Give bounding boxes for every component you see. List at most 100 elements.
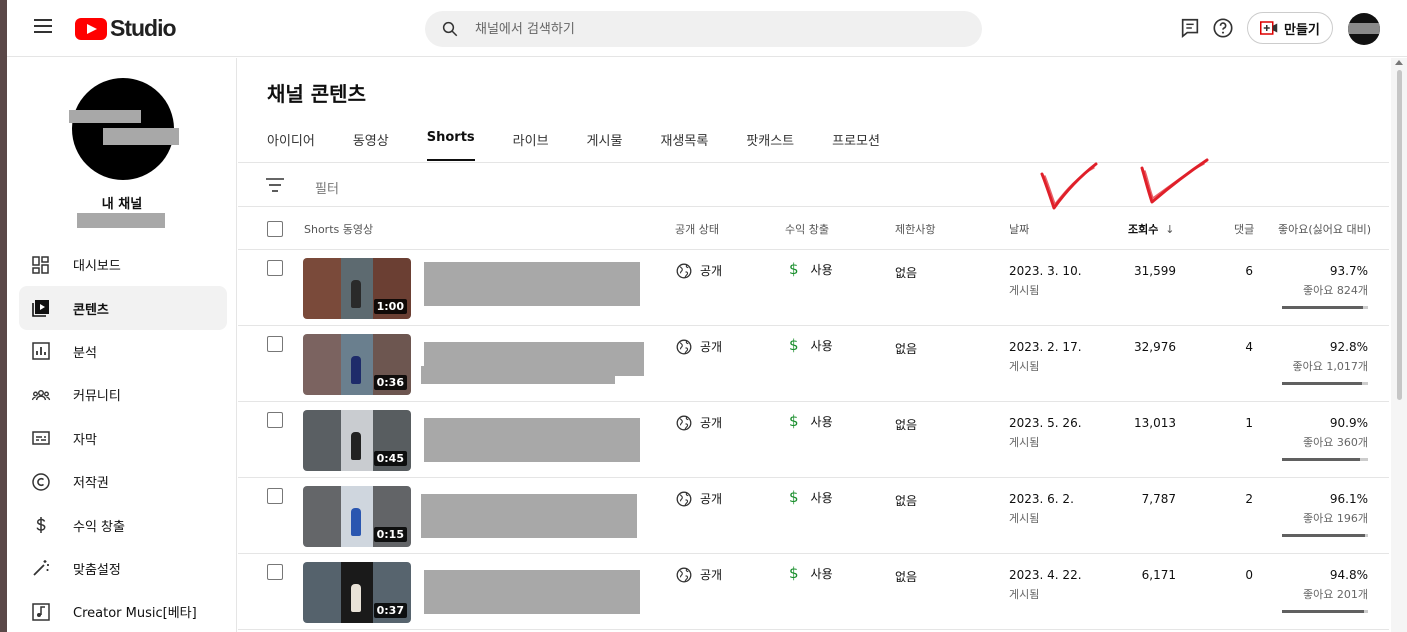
select-all-checkbox[interactable] bbox=[267, 221, 283, 237]
likes-cell: 96.1% 좋아요 196개 bbox=[1276, 492, 1368, 537]
sidebar-item-creator-music[interactable]: Creator Music[베타] bbox=[19, 590, 227, 632]
date-value: 2023. 4. 22. bbox=[1009, 568, 1082, 582]
col-visibility[interactable]: 공개 상태 bbox=[675, 221, 719, 237]
table-row[interactable]: 0:45 공개 $ 사용 없음 2023. 5. 26. 게시됨 13,013 … bbox=[238, 402, 1389, 478]
community-icon bbox=[31, 389, 51, 401]
row-checkbox[interactable] bbox=[267, 336, 283, 352]
monetization-cell[interactable]: $ 사용 bbox=[789, 412, 833, 430]
like-percent: 90.9% bbox=[1329, 416, 1368, 430]
redacted-video-title bbox=[424, 262, 640, 306]
col-restrictions[interactable]: 제한사항 bbox=[895, 221, 935, 237]
account-avatar[interactable] bbox=[1348, 13, 1380, 45]
col-likes[interactable]: 좋아요(싫어요 대비) bbox=[1278, 221, 1371, 237]
video-thumbnail[interactable]: 0:15 bbox=[303, 486, 411, 547]
top-header: Studio 만들기 bbox=[7, 0, 1407, 57]
filter-icon[interactable] bbox=[266, 177, 284, 193]
tab-videos[interactable]: 동영상 bbox=[353, 130, 389, 161]
video-thumbnail[interactable]: 0:45 bbox=[303, 410, 411, 471]
tab-ideas[interactable]: 아이디어 bbox=[267, 130, 315, 161]
like-ratio-bar bbox=[1282, 458, 1368, 461]
studio-app: Studio 만들기 내 채널 대시보드 콘텐츠 bbox=[7, 0, 1407, 632]
col-monetization[interactable]: 수익 창출 bbox=[785, 221, 829, 237]
studio-logo[interactable]: Studio bbox=[75, 15, 177, 42]
globe-icon bbox=[676, 491, 692, 506]
col-comments[interactable]: 댓글 bbox=[1234, 221, 1254, 237]
sidebar-item-copyright[interactable]: 저작권 bbox=[19, 460, 227, 503]
search-input[interactable] bbox=[475, 21, 935, 37]
col-date[interactable]: 날짜 bbox=[1009, 221, 1029, 237]
tab-playlists[interactable]: 재생목록 bbox=[660, 130, 708, 161]
visibility-cell[interactable]: 공개 bbox=[676, 490, 722, 507]
visibility-cell[interactable]: 공개 bbox=[676, 338, 722, 355]
tab-podcasts[interactable]: 팟캐스트 bbox=[746, 130, 794, 161]
sidebar-item-subtitles[interactable]: 자막 bbox=[19, 417, 227, 460]
like-percent: 93.7% bbox=[1329, 264, 1368, 278]
monetization-cell[interactable]: $ 사용 bbox=[789, 260, 833, 278]
sidebar-item-label: 대시보드 bbox=[73, 259, 121, 275]
table-row[interactable]: 0:36 공개 $ 사용 없음 2023. 2. 17. 게시됨 32,976 … bbox=[238, 326, 1389, 402]
content-icon bbox=[32, 300, 49, 317]
tab-shorts[interactable]: Shorts bbox=[426, 130, 475, 161]
dollar-icon: $ bbox=[789, 564, 799, 582]
comments-value: 6 bbox=[1245, 264, 1253, 278]
redacted-video-title bbox=[424, 418, 640, 462]
comments-value: 1 bbox=[1245, 416, 1253, 430]
tab-posts[interactable]: 게시물 bbox=[587, 130, 623, 161]
monetization-cell[interactable]: $ 사용 bbox=[789, 488, 833, 506]
video-thumbnail[interactable]: 0:37 bbox=[303, 562, 411, 623]
comments-value: 4 bbox=[1245, 340, 1253, 354]
sidebar-item-monetization[interactable]: 수익 창출 bbox=[19, 503, 227, 546]
create-button[interactable]: 만들기 bbox=[1247, 12, 1333, 44]
redacted-text bbox=[69, 110, 141, 123]
date-value: 2023. 3. 10. bbox=[1009, 264, 1082, 278]
table-row[interactable]: 1:00 공개 $ 사용 없음 2023. 3. 10. 게시됨 31,599 … bbox=[238, 250, 1389, 326]
scroll-up-icon[interactable] bbox=[1395, 60, 1403, 65]
tab-promotions[interactable]: 프로모션 bbox=[832, 130, 880, 161]
visibility-cell[interactable]: 공개 bbox=[676, 414, 722, 431]
row-checkbox[interactable] bbox=[267, 488, 283, 504]
menu-icon[interactable] bbox=[34, 19, 52, 33]
visibility-value: 공개 bbox=[700, 264, 723, 278]
filter-label[interactable]: 필터 bbox=[315, 178, 339, 197]
col-video[interactable]: Shorts 동영상 bbox=[304, 221, 373, 237]
help-icon[interactable] bbox=[1212, 17, 1234, 39]
globe-icon bbox=[676, 567, 692, 582]
visibility-value: 공개 bbox=[700, 492, 723, 506]
sidebar-item-community[interactable]: 커뮤니티 bbox=[19, 373, 227, 416]
row-checkbox[interactable] bbox=[267, 564, 283, 580]
sidebar-item-content[interactable]: 콘텐츠 bbox=[19, 286, 227, 330]
dollar-icon: $ bbox=[789, 412, 799, 430]
col-views[interactable]: 조회수 ↓ bbox=[1128, 221, 1174, 237]
scrollbar[interactable] bbox=[1391, 58, 1407, 632]
row-checkbox[interactable] bbox=[267, 260, 283, 276]
visibility-cell[interactable]: 공개 bbox=[676, 262, 722, 279]
sidebar-item-analytics[interactable]: 분석 bbox=[19, 330, 227, 373]
date-status: 게시됨 bbox=[1009, 588, 1040, 601]
video-thumbnail[interactable]: 0:36 bbox=[303, 334, 411, 395]
dollar-icon: $ bbox=[789, 488, 799, 506]
date-cell: 2023. 3. 10. 게시됨 bbox=[1009, 264, 1082, 298]
redacted-video-title bbox=[421, 494, 637, 538]
views-value: 31,599 bbox=[1134, 264, 1176, 278]
table-row[interactable]: 0:37 공개 $ 사용 없음 2023. 4. 22. 게시됨 6,171 0… bbox=[238, 554, 1389, 630]
analytics-icon bbox=[32, 342, 50, 361]
monetization-cell[interactable]: $ 사용 bbox=[789, 564, 833, 582]
sidebar: 내 채널 대시보드 콘텐츠 분석 커뮤니티 자막 저작권 수익 창출 맞춤설정 … bbox=[7, 58, 237, 632]
sidebar-item-customization[interactable]: 맞춤설정 bbox=[19, 547, 227, 590]
row-checkbox[interactable] bbox=[267, 412, 283, 428]
views-value: 6,171 bbox=[1141, 568, 1176, 582]
like-percent: 96.1% bbox=[1329, 492, 1368, 506]
filter-bar[interactable]: 필터 bbox=[238, 163, 1389, 207]
sidebar-item-dashboard[interactable]: 대시보드 bbox=[19, 243, 227, 286]
video-thumbnail[interactable]: 1:00 bbox=[303, 258, 411, 319]
monetization-cell[interactable]: $ 사용 bbox=[789, 336, 833, 354]
visibility-cell[interactable]: 공개 bbox=[676, 566, 722, 583]
table-row[interactable]: 0:15 공개 $ 사용 없음 2023. 6. 2. 게시됨 7,787 2 … bbox=[238, 478, 1389, 554]
scrollbar-thumb[interactable] bbox=[1397, 70, 1402, 400]
search-bar[interactable] bbox=[425, 11, 982, 47]
dashboard-icon bbox=[32, 255, 49, 274]
tab-live[interactable]: 라이브 bbox=[513, 130, 549, 161]
content-tabs: 아이디어 동영상 Shorts 라이브 게시물 재생목록 팟캐스트 프로모션 bbox=[267, 130, 918, 161]
feedback-icon[interactable] bbox=[1179, 17, 1201, 39]
video-duration: 0:15 bbox=[373, 527, 407, 542]
